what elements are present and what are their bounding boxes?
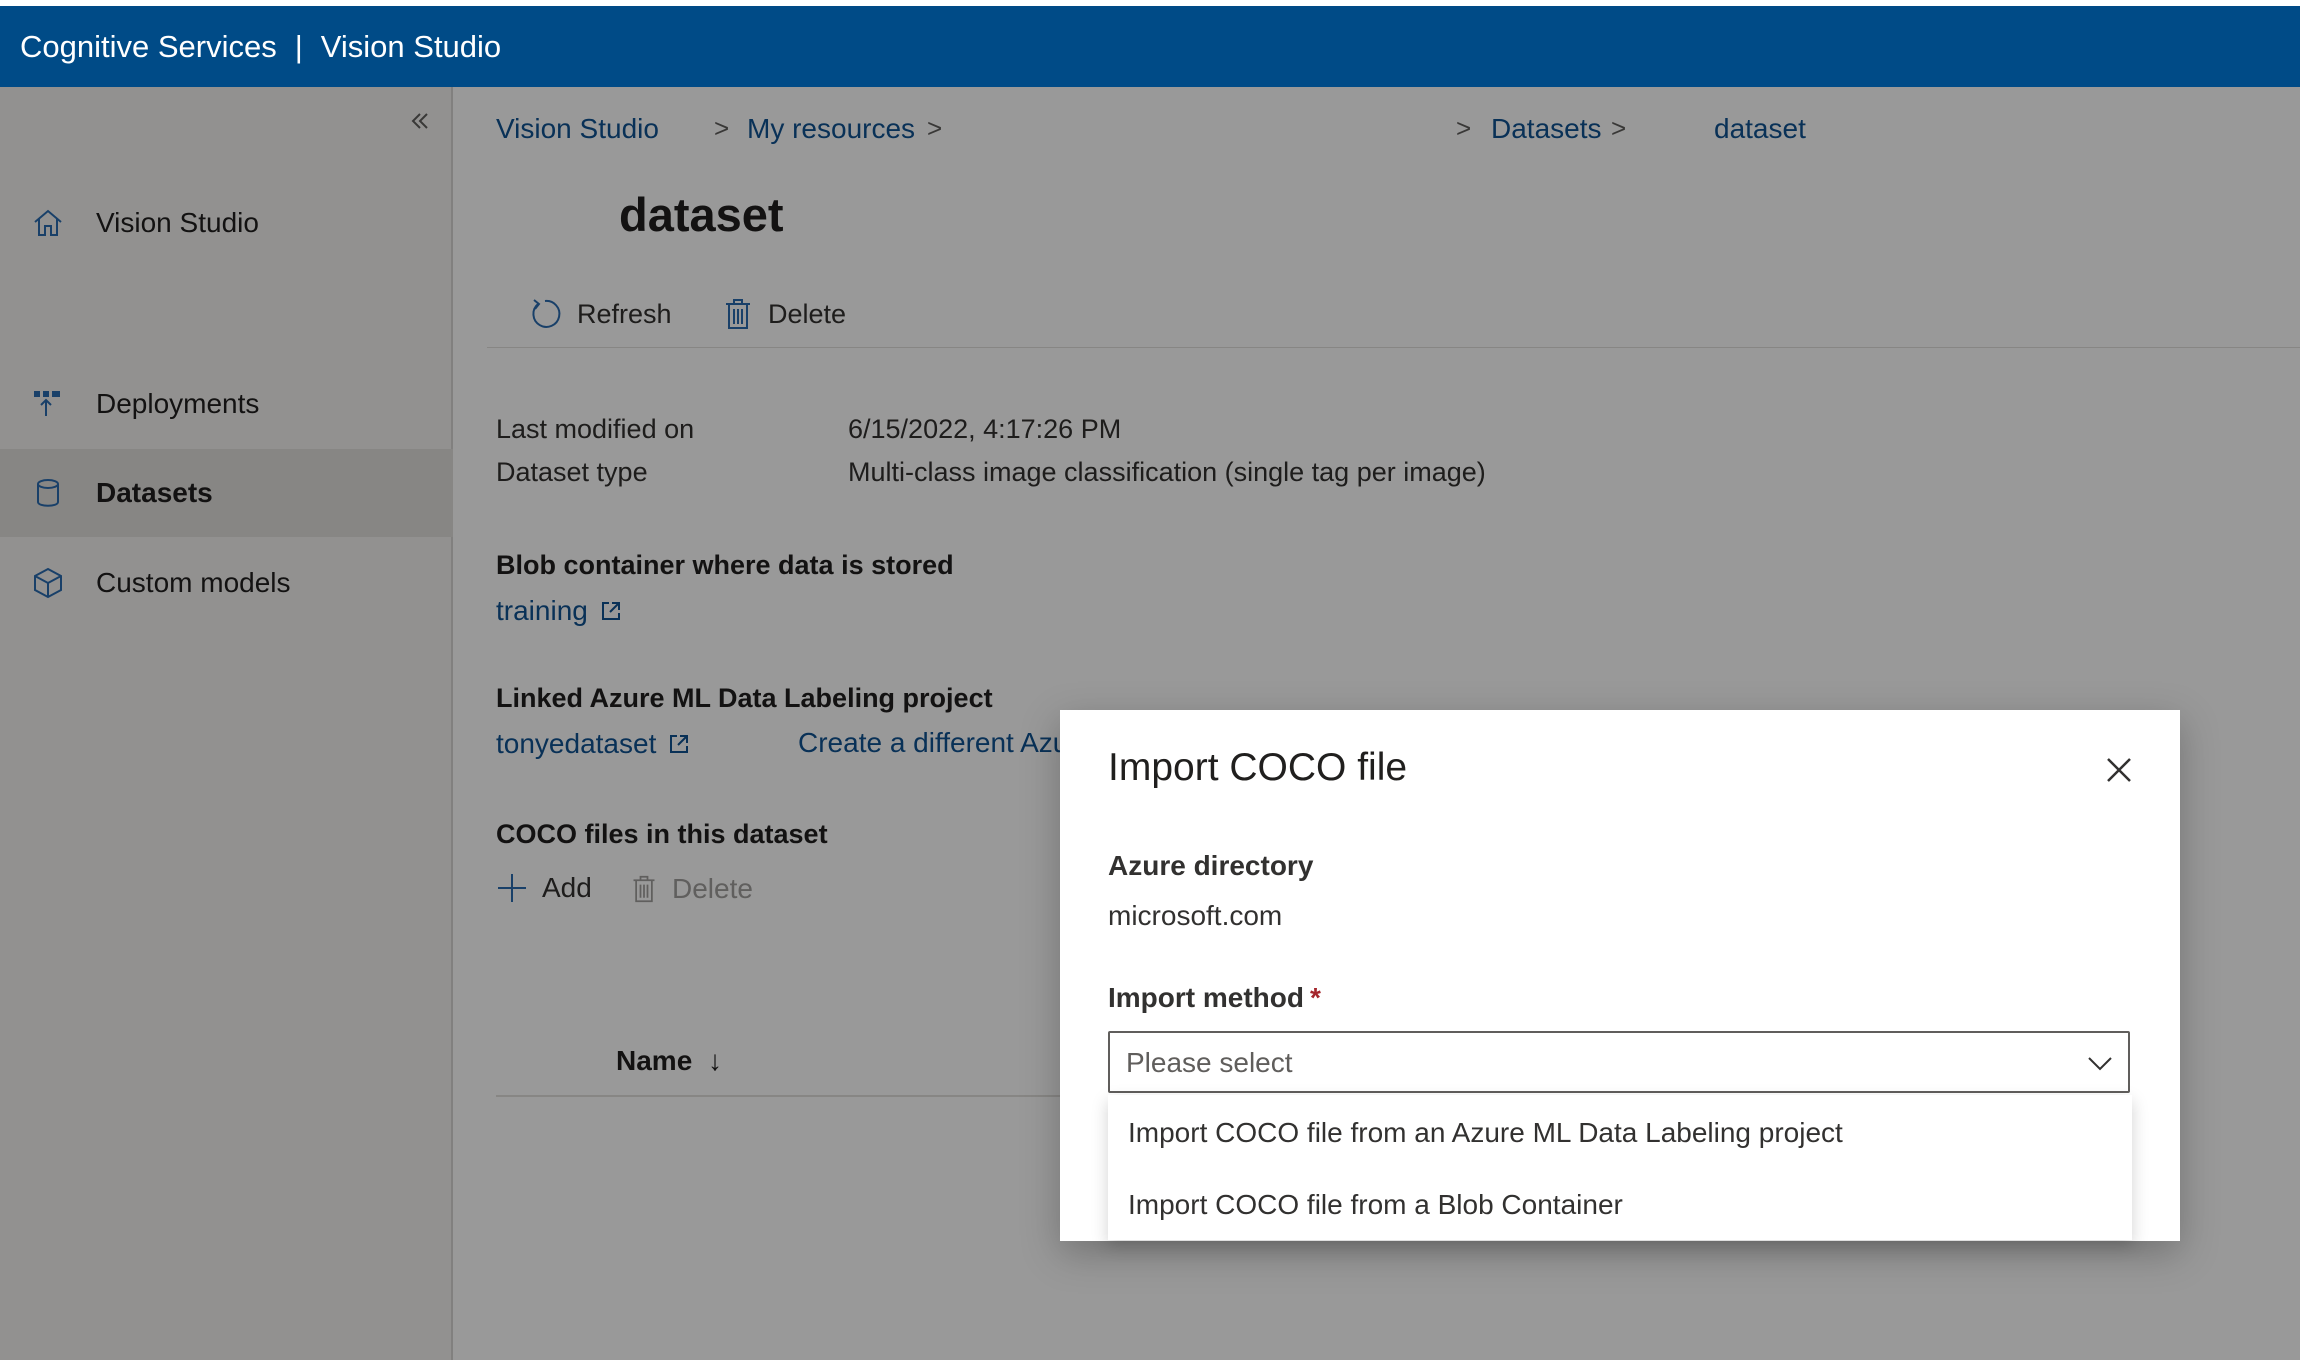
import-method-dropdown: Import COCO file from an Azure ML Data L…	[1108, 1095, 2132, 1240]
close-icon[interactable]	[2104, 755, 2134, 785]
import-method-select[interactable]: Please select	[1108, 1031, 2130, 1093]
import-method-label-text: Import method	[1108, 982, 1304, 1013]
product-name[interactable]: Vision Studio	[321, 29, 501, 65]
option-blob-container[interactable]: Import COCO file from a Blob Container	[1128, 1189, 1623, 1221]
top-bar: Cognitive Services | Vision Studio	[0, 6, 2300, 87]
required-indicator: *	[1310, 982, 1321, 1013]
option-azure-ml-labeling[interactable]: Import COCO file from an Azure ML Data L…	[1128, 1117, 1843, 1149]
azure-directory-label: Azure directory	[1108, 850, 1314, 881]
azure-directory-value: microsoft.com	[1108, 900, 1283, 931]
select-placeholder: Please select	[1126, 1047, 1293, 1078]
brand-separator: |	[294, 28, 303, 64]
import-method-label: Import method *	[1108, 982, 1321, 1014]
brand-name[interactable]: Cognitive Services	[20, 29, 277, 65]
chevron-down-icon	[2088, 1057, 2112, 1071]
dialog-title: Import COCO file	[1108, 746, 1408, 789]
